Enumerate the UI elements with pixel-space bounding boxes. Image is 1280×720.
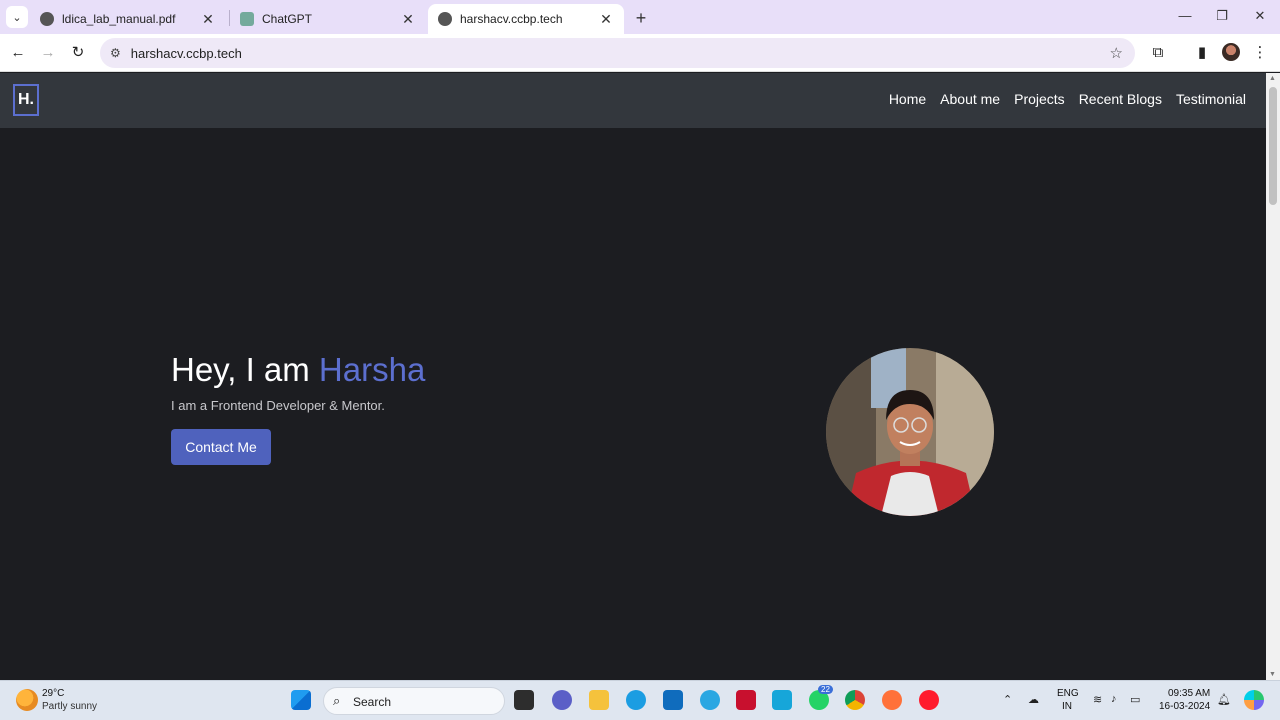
restore-icon[interactable]: ❐ [1212, 8, 1232, 24]
nav-blogs[interactable]: Recent Blogs [1079, 91, 1162, 107]
mcafee-icon[interactable] [736, 690, 756, 710]
minimize-icon[interactable]: — [1175, 8, 1195, 23]
site-navbar: H. Home About me Projects Recent Blogs T… [0, 73, 1266, 128]
clock-time[interactable]: 09:35 AM [1168, 688, 1210, 699]
tab-pdf[interactable]: ldica_lab_manual.pdf ✕ [30, 4, 226, 34]
page-scrollbar[interactable]: ▲ ▼ [1266, 73, 1280, 680]
windows-taskbar: 29°C Partly sunny ⌕ Search 22 ⌃ ☁ ENG IN… [0, 680, 1280, 720]
bookmark-star-icon[interactable]: ☆ [1110, 44, 1123, 62]
nav-projects[interactable]: Projects [1014, 91, 1065, 107]
edge-icon[interactable] [626, 690, 646, 710]
web-page: H. Home About me Projects Recent Blogs T… [0, 73, 1266, 680]
weather-icon[interactable] [16, 689, 38, 711]
volume-icon[interactable]: ♪ [1111, 693, 1117, 705]
language-region[interactable]: IN [1062, 701, 1072, 712]
close-icon[interactable]: ✕ [200, 11, 216, 28]
side-panel-icon[interactable]: ▮ [1192, 43, 1212, 63]
new-tab-button[interactable]: + [632, 8, 650, 29]
address-bar[interactable]: ⚙ harshacv.ccbp.tech ☆ [100, 38, 1135, 68]
tab-title: harshacv.ccbp.tech [460, 12, 563, 26]
language-code[interactable]: ENG [1057, 688, 1079, 699]
nav-about[interactable]: About me [940, 91, 1000, 107]
browser-tab-strip: ⌄ ldica_lab_manual.pdf ✕ ChatGPT ✕ harsh… [0, 0, 1280, 34]
tab-chatgpt[interactable]: ChatGPT ✕ [230, 4, 426, 34]
forward-arrow-icon[interactable]: → [38, 43, 58, 63]
site-logo[interactable]: H. [13, 84, 39, 116]
scroll-up-icon[interactable]: ▲ [1269, 75, 1276, 82]
globe-icon [438, 12, 452, 26]
search-icon: ⌕ [333, 693, 341, 708]
search-label: Search [353, 695, 392, 709]
weather-temperature[interactable]: 29°C [42, 688, 64, 699]
chrome-icon[interactable] [845, 690, 865, 710]
profile-avatar[interactable] [1222, 43, 1240, 61]
scrollbar-thumb[interactable] [1269, 87, 1277, 205]
notification-badge: 22 [818, 685, 833, 694]
chatgpt-icon [240, 12, 254, 26]
extensions-icon[interactable]: ⧉ [1148, 43, 1168, 63]
back-arrow-icon[interactable]: ← [8, 43, 28, 63]
task-view-icon[interactable] [514, 690, 534, 710]
windows-start-icon[interactable] [291, 690, 311, 710]
menu-kebab-icon[interactable]: ⋮ [1250, 43, 1270, 63]
hero-title: Hey, I am Harsha [171, 351, 425, 389]
weather-app-icon[interactable] [700, 690, 720, 710]
close-icon[interactable]: ✕ [598, 11, 614, 28]
close-icon[interactable]: ✕ [400, 11, 416, 28]
scroll-down-icon[interactable]: ▼ [1269, 671, 1276, 678]
nav-testimonial[interactable]: Testimonial [1176, 91, 1246, 107]
site-nav-links: Home About me Projects Recent Blogs Test… [889, 91, 1246, 107]
chevron-up-icon[interactable]: ⌃ [1003, 693, 1012, 706]
site-info-icon[interactable]: ⚙ [110, 46, 121, 60]
window-close-icon[interactable]: ✕ [1250, 8, 1270, 24]
hero-greeting: Hey, I am [171, 351, 319, 388]
hero-name: Harsha [318, 351, 426, 388]
hero-subtitle: I am a Frontend Developer & Mentor. [171, 398, 385, 413]
copilot-icon[interactable] [1244, 690, 1264, 710]
tab-harshacv[interactable]: harshacv.ccbp.tech ✕ [428, 4, 624, 34]
clock-date[interactable]: 16-03-2024 [1159, 701, 1210, 712]
reload-icon[interactable]: ↻ [68, 43, 88, 63]
store-icon[interactable] [663, 690, 683, 710]
notifications-icon[interactable]: 🔔︎ [1217, 693, 1231, 706]
battery-icon[interactable]: ▭ [1130, 693, 1140, 706]
address-text[interactable]: harshacv.ccbp.tech [131, 46, 242, 61]
tab-title: ChatGPT [262, 12, 313, 26]
contact-me-button[interactable]: Contact Me [171, 429, 271, 465]
profile-photo [826, 348, 994, 516]
teams-icon[interactable] [552, 690, 572, 710]
tab-search-button[interactable]: ⌄ [6, 6, 28, 28]
nav-home[interactable]: Home [889, 91, 926, 107]
opera-icon[interactable] [919, 690, 939, 710]
weather-description[interactable]: Partly sunny [42, 701, 97, 712]
firefox-icon[interactable] [882, 690, 902, 710]
globe-icon [40, 12, 54, 26]
wifi-icon[interactable]: ≋ [1093, 693, 1102, 706]
onedrive-cloud-icon[interactable]: ☁ [1028, 693, 1039, 706]
taskbar-search[interactable]: ⌕ Search [323, 687, 505, 715]
mail-app-icon[interactable] [772, 690, 792, 710]
file-explorer-icon[interactable] [589, 690, 609, 710]
tab-title: ldica_lab_manual.pdf [62, 12, 176, 26]
browser-toolbar: ← → ↻ ⚙ harshacv.ccbp.tech ☆ ⧉ ▮ ⋮ [0, 34, 1280, 72]
